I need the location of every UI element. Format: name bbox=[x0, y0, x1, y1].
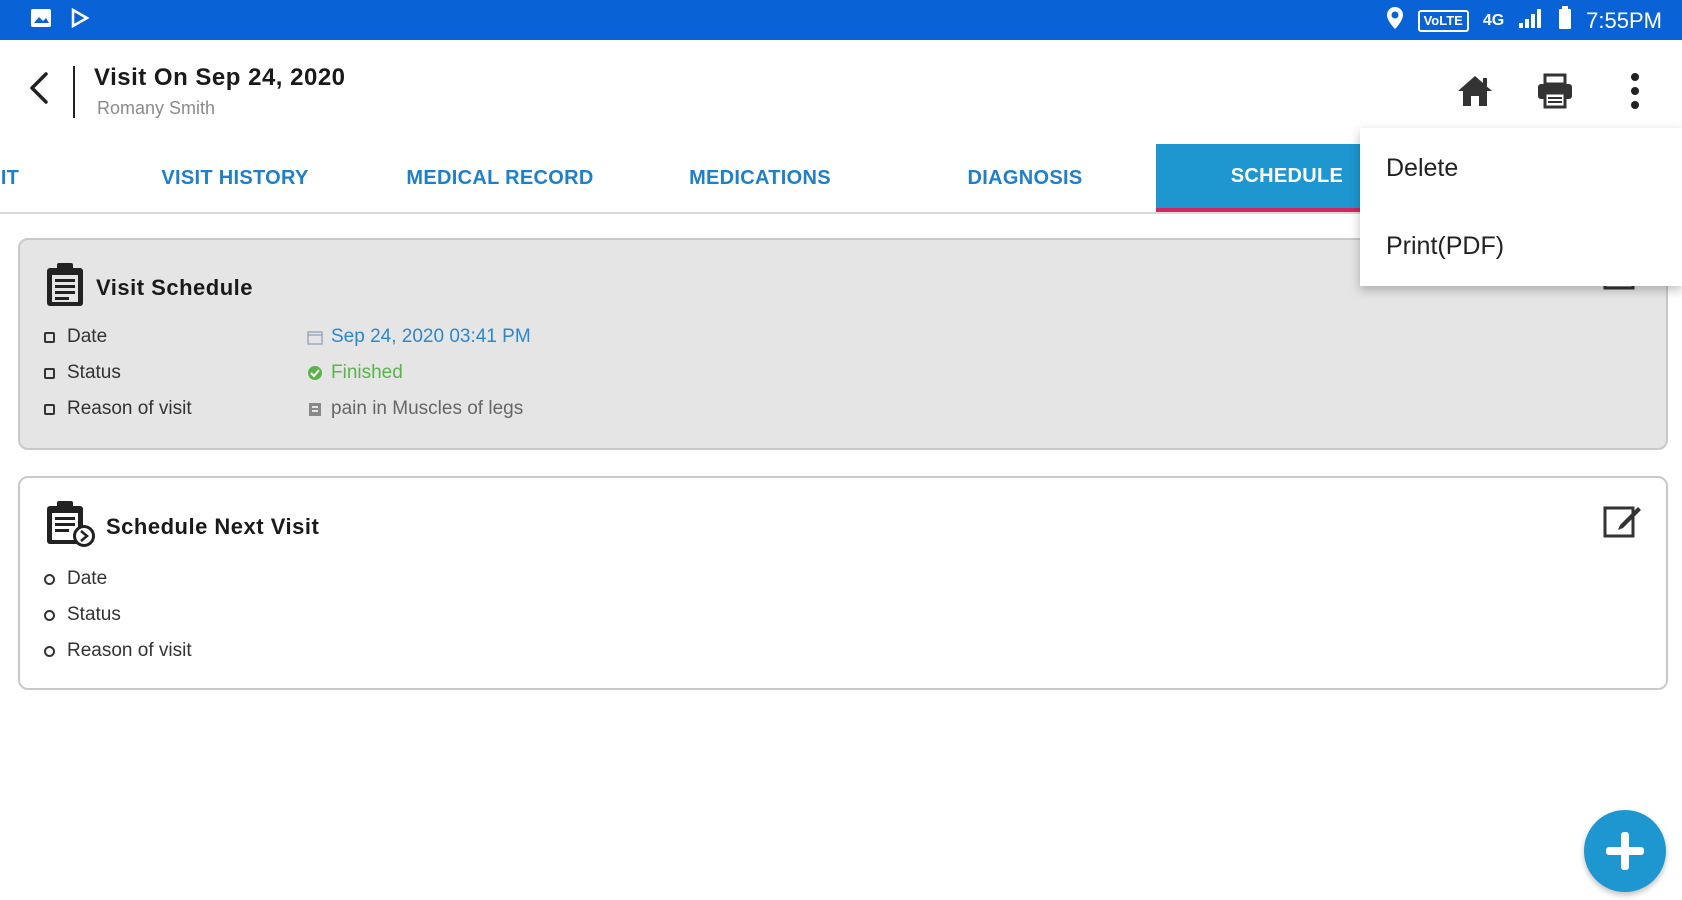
bullet bbox=[44, 573, 55, 585]
location-icon bbox=[1386, 6, 1404, 36]
patient-name: Romany Smith bbox=[97, 98, 216, 118]
row-label: Reason of visit bbox=[67, 640, 192, 661]
visit-status-row: Status Finished bbox=[44, 362, 403, 384]
row-label: Date bbox=[67, 326, 108, 347]
card-title: Visit Schedule bbox=[96, 274, 253, 300]
edit-next-visit-button[interactable] bbox=[1602, 500, 1642, 540]
next-date-row: Date bbox=[44, 568, 307, 590]
back-button[interactable] bbox=[22, 70, 58, 106]
tab-visit-history[interactable]: VISIT HISTORY bbox=[130, 144, 340, 212]
bullet bbox=[44, 403, 55, 415]
visit-status-value: Finished bbox=[331, 362, 403, 383]
more-vert-icon bbox=[1631, 73, 1639, 109]
print-button[interactable] bbox=[1534, 70, 1576, 112]
tab-medical-record[interactable]: MEDICAL RECORD bbox=[390, 144, 610, 212]
bullet bbox=[44, 367, 55, 379]
network-type: 4G bbox=[1482, 12, 1505, 29]
bullet bbox=[44, 331, 55, 343]
clipboard-schedule-icon bbox=[44, 500, 96, 553]
next-reason-row: Reason of visit bbox=[44, 640, 307, 662]
visit-reason-value: pain in Muscles of legs bbox=[331, 398, 524, 419]
card-title: Schedule Next Visit bbox=[106, 513, 320, 539]
back-arrow-icon bbox=[30, 72, 48, 104]
bullet bbox=[44, 645, 55, 657]
menu-item-print-pdf[interactable]: Print(PDF) bbox=[1386, 232, 1504, 261]
status-bar: VoLTE 4G 7:55PM bbox=[0, 0, 1682, 40]
visit-reason-row: Reason of visit pain in Muscles of legs bbox=[44, 398, 523, 420]
page-title: Visit On Sep 24, 2020 bbox=[94, 64, 346, 91]
tab-medications[interactable]: MEDICATIONS bbox=[660, 144, 860, 212]
visit-date-value: Sep 24, 2020 03:41 PM bbox=[331, 326, 531, 347]
check-circle-icon bbox=[308, 366, 322, 380]
overflow-menu: Delete Print(PDF) bbox=[1360, 128, 1682, 286]
gallery-notification-icon bbox=[30, 8, 52, 33]
printer-icon bbox=[1538, 73, 1572, 109]
battery-icon bbox=[1558, 6, 1572, 36]
home-icon bbox=[1458, 76, 1492, 106]
title-divider bbox=[73, 66, 75, 118]
signal-icon bbox=[1518, 7, 1544, 35]
overflow-menu-button[interactable] bbox=[1614, 70, 1656, 112]
row-label: Reason of visit bbox=[67, 398, 192, 419]
volte-badge: VoLTE bbox=[1417, 10, 1469, 32]
home-button[interactable] bbox=[1454, 70, 1496, 112]
row-label: Date bbox=[67, 568, 108, 589]
clock: 7:55PM bbox=[1586, 8, 1662, 33]
row-label: Status bbox=[67, 604, 121, 625]
calendar-icon bbox=[307, 331, 323, 345]
visit-date-row: Date Sep 24, 2020 03:41 PM bbox=[44, 326, 531, 348]
row-label: Status bbox=[67, 362, 121, 383]
edit-icon bbox=[1603, 506, 1641, 538]
clipboard-icon bbox=[44, 262, 86, 313]
tab-diagnosis[interactable]: DIAGNOSIS bbox=[920, 144, 1130, 212]
note-icon bbox=[309, 403, 321, 416]
next-status-row: Status bbox=[44, 604, 307, 626]
bullet bbox=[44, 609, 55, 621]
schedule-next-visit-card: Schedule Next Visit Date Status Reason o… bbox=[18, 476, 1668, 690]
tab-visit[interactable]: IT bbox=[0, 144, 40, 212]
play-store-notification-icon bbox=[70, 7, 90, 33]
menu-item-delete[interactable]: Delete bbox=[1386, 154, 1458, 183]
plus-icon bbox=[1606, 832, 1644, 870]
add-fab-button[interactable] bbox=[1584, 810, 1666, 892]
